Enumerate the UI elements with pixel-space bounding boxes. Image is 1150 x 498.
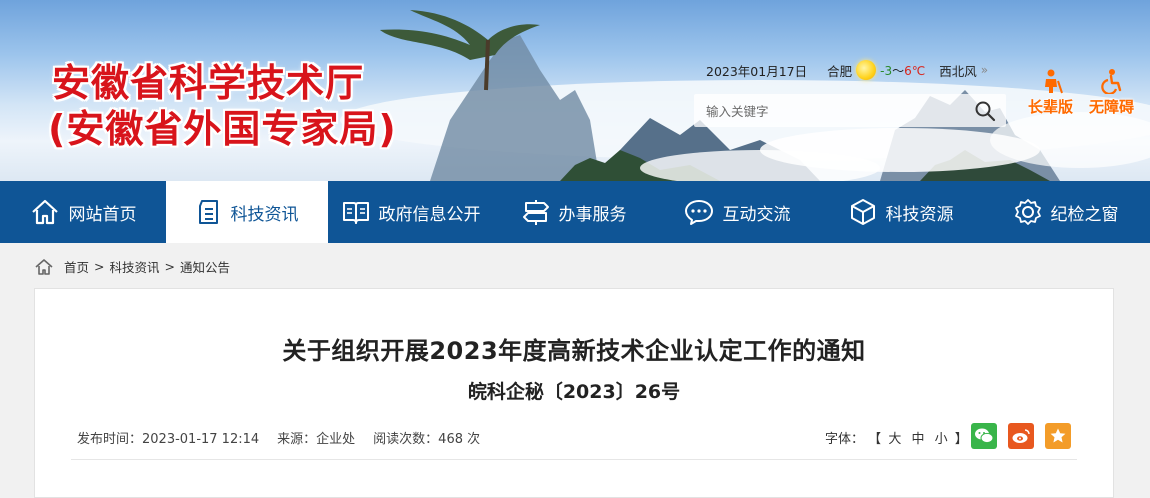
nav-item-interaction[interactable]: 互动交流 bbox=[654, 181, 820, 243]
share-wechat-button[interactable] bbox=[971, 423, 997, 449]
article-title: 关于组织开展2023年度高新技术企业认定工作的通知 bbox=[282, 337, 866, 365]
font-size-small[interactable]: 小 bbox=[935, 432, 948, 447]
nav-item-discipline[interactable]: 纪检之窗 bbox=[982, 181, 1150, 243]
nav-label-home: 网站首页 bbox=[68, 204, 137, 225]
nav-label-gov-info: 政府信息公开 bbox=[378, 204, 481, 225]
breadcrumb-sep: > bbox=[164, 259, 175, 274]
home-icon bbox=[31, 199, 58, 225]
chat-icon bbox=[684, 200, 713, 225]
weather-city: 合肥 bbox=[827, 63, 853, 79]
view-count: 阅读次数：468 次 bbox=[373, 432, 481, 447]
share-weibo-button[interactable] bbox=[1008, 423, 1034, 449]
accessibility-button[interactable]: 无障碍 bbox=[1089, 68, 1134, 117]
header-banner: 安徽省科学技术厅 (安徽省外国专家局) 2023年01月17日 合肥 -3～6℃… bbox=[0, 0, 1150, 181]
cube-icon bbox=[850, 199, 875, 225]
search-input[interactable] bbox=[704, 101, 964, 121]
search-bar bbox=[694, 94, 1006, 127]
site-title-sub: (安徽省外国专家局) bbox=[48, 107, 397, 151]
font-size-label: 字体： bbox=[825, 432, 865, 447]
font-size-large[interactable]: 大 bbox=[888, 432, 901, 447]
breadcrumb-home[interactable]: 首页 bbox=[64, 257, 89, 276]
font-bracket-close: 】 bbox=[954, 432, 968, 447]
weather-temperature: -3～6℃ bbox=[880, 62, 925, 79]
font-size-medium[interactable]: 中 bbox=[911, 432, 924, 447]
elder-icon bbox=[1044, 69, 1063, 94]
current-date: 2023年01月17日 bbox=[706, 63, 808, 79]
sunny-icon bbox=[856, 60, 877, 80]
article-card: 关于组织开展2023年度高新技术企业认定工作的通知 皖科企秘〔2023〕26号 … bbox=[34, 288, 1114, 498]
share-favorite-button[interactable] bbox=[1045, 423, 1071, 449]
article-meta: 发布时间：2023-01-17 12:14 来源：企业处 阅读次数：468 次 bbox=[77, 428, 498, 447]
weather-more-icon[interactable]: » bbox=[981, 63, 988, 77]
badge-icon bbox=[1014, 199, 1041, 225]
nav-item-news[interactable]: 科技资讯 bbox=[166, 181, 328, 243]
font-size-switcher: 字体： 【 大 中 小 】 bbox=[825, 428, 968, 447]
home-icon[interactable] bbox=[34, 258, 54, 276]
nav-label-services: 办事服务 bbox=[558, 204, 627, 225]
publish-time: 发布时间：2023-01-17 12:14 bbox=[77, 432, 260, 447]
document-number: 皖科企秘〔2023〕26号 bbox=[467, 381, 681, 403]
font-bracket-open: 【 bbox=[868, 432, 882, 447]
search-icon[interactable] bbox=[974, 100, 996, 122]
temp-low: -3 bbox=[880, 63, 893, 78]
nav-label-resources: 科技资源 bbox=[885, 204, 954, 225]
weibo-icon bbox=[1012, 429, 1030, 443]
divider bbox=[71, 459, 1077, 460]
news-icon bbox=[198, 200, 218, 224]
nav-item-services[interactable]: 办事服务 bbox=[494, 181, 654, 243]
breadcrumb-sep: > bbox=[94, 259, 105, 274]
site-title-main: 安徽省科学技术厅 bbox=[52, 61, 365, 105]
breadcrumb: 首页 > 科技资讯 > 通知公告 bbox=[34, 257, 230, 276]
nav-item-gov-info[interactable]: 政府信息公开 bbox=[328, 181, 494, 243]
elder-mode-button[interactable]: 长辈版 bbox=[1028, 68, 1073, 117]
main-nav: 网站首页 科技资讯 政府信息公开 办事服务 互动交流 科技资源 纪检之窗 bbox=[0, 181, 1150, 243]
nav-item-home[interactable]: 网站首页 bbox=[0, 181, 166, 243]
signpost-icon bbox=[522, 200, 549, 225]
nav-label-interaction: 互动交流 bbox=[722, 204, 791, 225]
temp-high: 6℃ bbox=[904, 63, 926, 78]
elder-mode-label: 长辈版 bbox=[1028, 98, 1074, 116]
weather-wind: 西北风 bbox=[939, 63, 977, 79]
date-weather-bar: 2023年01月17日 合肥 -3～6℃ 西北风 » bbox=[706, 60, 988, 80]
nav-label-news: 科技资讯 bbox=[230, 204, 299, 225]
site-title[interactable]: 安徽省科学技术厅 (安徽省外国专家局) bbox=[48, 60, 397, 152]
accessibility-icon bbox=[1100, 69, 1121, 94]
breadcrumb-news[interactable]: 科技资讯 bbox=[110, 257, 160, 276]
nav-label-discipline: 纪检之窗 bbox=[1050, 204, 1119, 225]
accessibility-label: 无障碍 bbox=[1089, 98, 1135, 116]
wechat-icon bbox=[975, 428, 994, 444]
nav-item-resources[interactable]: 科技资源 bbox=[820, 181, 982, 243]
temp-sep: ～ bbox=[892, 63, 905, 78]
star-icon bbox=[1050, 428, 1066, 443]
breadcrumb-notices[interactable]: 通知公告 bbox=[180, 257, 230, 276]
article-source: 来源：企业处 bbox=[277, 432, 356, 447]
book-icon bbox=[342, 202, 369, 224]
